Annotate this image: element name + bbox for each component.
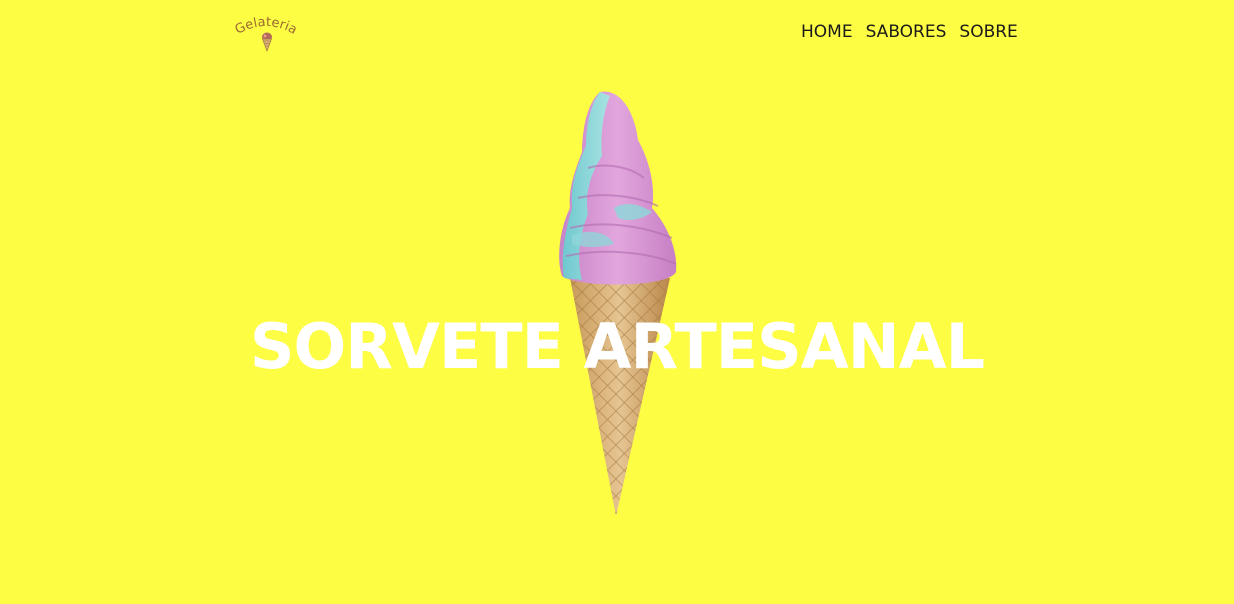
nav-link-home[interactable]: HOME (801, 20, 853, 44)
nav-link-sabores[interactable]: SABORES (866, 20, 947, 44)
ice-cream-cone-icon (559, 91, 677, 516)
main-nav: HOME SABORES SOBRE (801, 20, 1018, 44)
ice-cream-cone-image (548, 88, 698, 518)
nav-link-sobre[interactable]: SOBRE (959, 20, 1017, 44)
hero-section: SORVETE ARTESANAL (0, 64, 1234, 604)
brand-logo[interactable]: Gelateria (228, 10, 304, 54)
site-header: Gelateria HOME SABORES SOBRE (0, 0, 1234, 64)
hero-title: SORVETE ARTESANAL (249, 309, 985, 383)
gelateria-logo-icon: Gelateria (233, 15, 299, 52)
